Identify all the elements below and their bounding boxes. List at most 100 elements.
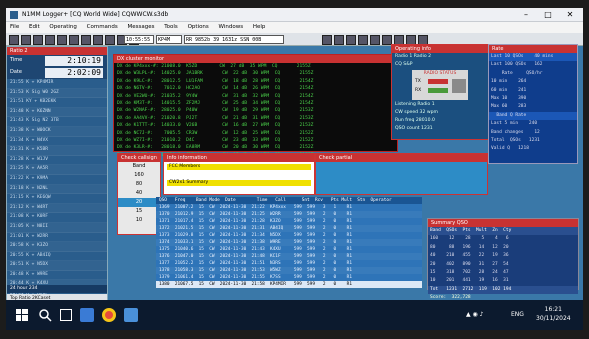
ratio-row[interactable]: 20:55 K + AB4IQ bbox=[7, 252, 107, 262]
status-field[interactable]: RR 9852b 39 1631z SSN 00B bbox=[184, 35, 284, 44]
clock[interactable]: 16:21 30/11/2024 bbox=[536, 305, 571, 323]
rate-row[interactable]: Last 10 QSOs 40 mins bbox=[489, 53, 577, 62]
n1mm-taskbar-icon[interactable] bbox=[124, 308, 138, 322]
dx-spot-row[interactable]: DX de KM3T-#: 14015.5 ZF2MJ CW 25 dB 34 … bbox=[114, 100, 397, 107]
ratio-row[interactable]: 21:34 K + N4VX bbox=[7, 137, 107, 147]
ratio-row[interactable]: 21:55 K + KP4MIR bbox=[7, 79, 107, 89]
log-row[interactable]: 1373 21029.8 15 CW 2024-11-30 21:34 N5DX… bbox=[156, 232, 422, 239]
toolbar-button[interactable] bbox=[33, 35, 43, 45]
toolbar-button[interactable] bbox=[105, 35, 115, 45]
ratio-row[interactable]: 21:43 K Sig N2 3TB bbox=[7, 117, 107, 127]
rate-row[interactable]: Max 60 283 bbox=[489, 103, 577, 111]
ratio-row[interactable]: 21:18 K + N2NL bbox=[7, 184, 107, 195]
ratio-row[interactable]: 21:25 K + AA5R bbox=[7, 165, 107, 175]
menu-messages[interactable]: Messages bbox=[128, 22, 155, 33]
log-row[interactable]: 1379 21061.4 15 CW 2024-11-30 21:55 K7SS… bbox=[156, 274, 422, 281]
ratio-row[interactable]: 21:48 K + K6ZNN bbox=[7, 107, 107, 118]
dx-spot-row[interactable]: DX de W2NAF-#: 28025.0 P40W CW 19 dB 29 … bbox=[114, 107, 397, 114]
toolbar-button[interactable] bbox=[333, 35, 344, 45]
ratio-row[interactable]: 20:51 K + N5DX bbox=[7, 261, 107, 271]
ratio-row[interactable]: 21:28 K + W1JV bbox=[7, 156, 107, 166]
dx-spot-row[interactable]: DX de KP4xxx-#: 21008.0 K5ZD CW 27 dB 35… bbox=[114, 63, 397, 70]
dx-spot-row[interactable]: DX de K1TTT-#: 14033.0 V26B CW 16 dB 27 … bbox=[114, 122, 397, 129]
log-row[interactable]: 1374 21033.1 15 CW 2024-11-30 21:38 W9RE… bbox=[156, 239, 422, 246]
callsign-field[interactable]: KP4M bbox=[156, 35, 182, 44]
log-row[interactable]: 1372 21021.5 15 CW 2024-11-30 21:31 AB4I… bbox=[156, 225, 422, 232]
ratio-row[interactable]: 21:38 K + W0OCK bbox=[7, 126, 107, 137]
log-row[interactable]: 1371 21017.4 15 CW 2024-11-30 21:28 K3ZO… bbox=[156, 218, 422, 225]
tray-icons[interactable]: ▲ ◉ ♪ bbox=[466, 311, 506, 321]
ratio-row[interactable]: 21:22 K + K9MA bbox=[7, 175, 107, 185]
menu-file[interactable]: File bbox=[10, 22, 19, 33]
ratio-row[interactable]: 20:58 K + K3ZO bbox=[7, 242, 107, 252]
menu-options[interactable]: Options bbox=[188, 22, 209, 33]
log-row[interactable]: 1369 21007.2 15 CW 2024-11-30 21:22 KP4x… bbox=[156, 204, 422, 211]
log-row-selected[interactable]: 1380 21067.5 15 CW 2024-11-30 21:58 KP4M… bbox=[156, 281, 422, 288]
toolbar-button[interactable] bbox=[345, 35, 356, 45]
rate-row[interactable]: Band changes 12 bbox=[489, 129, 577, 137]
rate-row[interactable]: Last 100 QSOs 162 bbox=[489, 61, 577, 69]
menu-tools[interactable]: Tools bbox=[164, 22, 178, 33]
band-option[interactable]: 10 bbox=[118, 216, 160, 225]
file-explorer-icon[interactable] bbox=[80, 308, 94, 322]
rate-row[interactable]: Valid Q 1218 bbox=[489, 145, 577, 153]
ratio-row[interactable]: 21:08 K + K0RF bbox=[7, 213, 107, 223]
summary-row[interactable]: 10 201 441 19 16 31 bbox=[428, 277, 578, 285]
menu-commands[interactable]: Commands bbox=[87, 22, 118, 33]
ratio-row[interactable]: 21:12 K + W4RT bbox=[7, 203, 107, 214]
menu-edit[interactable]: Edit bbox=[29, 22, 40, 33]
log-row[interactable]: 1370 21012.9 15 CW 2024-11-30 21:25 W2RR… bbox=[156, 211, 422, 218]
minimize-button[interactable]: – bbox=[516, 10, 536, 20]
toolbar-button[interactable] bbox=[81, 35, 91, 45]
band-option[interactable]: 15 bbox=[118, 207, 160, 216]
dx-spot-row[interactable]: DX de K3LR-#: 28018.0 EA8RM CW 20 dB 30 … bbox=[114, 144, 397, 151]
radio-select[interactable]: Radio 1 Radio 2 bbox=[392, 53, 488, 61]
log-row[interactable]: 1377 21052.2 15 CW 2024-11-30 21:51 N3RS… bbox=[156, 260, 422, 267]
rate-row[interactable]: Last 5 min 240 bbox=[489, 120, 577, 128]
dx-spot-row[interactable]: DX de N6TV-#: 7012.0 HC2AO CW 14 dB 26 W… bbox=[114, 85, 397, 92]
dx-spot-row[interactable]: DX de WZ7I-#: 21010.2 D4C CW 23 dB 33 WP… bbox=[114, 137, 397, 144]
ratio-row[interactable]: 21:15 K + KE6QW bbox=[7, 194, 107, 204]
ratio-row[interactable]: 21:31 K + K5BR bbox=[7, 146, 107, 156]
band-option[interactable]: 40 bbox=[118, 189, 160, 198]
time-field[interactable]: 10:55:55 bbox=[124, 35, 154, 44]
rate-row[interactable]: 10 min 264 bbox=[489, 78, 577, 86]
rate-row[interactable]: 60 min 241 bbox=[489, 87, 577, 95]
log-row[interactable]: 1376 21047.0 15 CW 2024-11-30 21:48 KC1F… bbox=[156, 253, 422, 260]
maximize-button[interactable]: □ bbox=[538, 10, 558, 20]
summary-row[interactable]: 40 210 455 22 19 36 bbox=[428, 252, 578, 260]
summary-row[interactable]: 20 402 890 31 27 54 bbox=[428, 261, 578, 269]
toolbar-button[interactable] bbox=[357, 35, 368, 45]
chrome-icon[interactable] bbox=[102, 308, 116, 322]
toolbar-button[interactable] bbox=[93, 35, 103, 45]
toolbar-button[interactable] bbox=[57, 35, 67, 45]
toolbar-button[interactable] bbox=[9, 35, 19, 45]
toolbar-button[interactable] bbox=[369, 35, 380, 45]
dx-spot-row[interactable]: DX de K9LC-#: 28012.5 LU1FAM CW 18 dB 28… bbox=[114, 78, 397, 85]
log-row[interactable]: 1375 21040.6 15 CW 2024-11-30 21:43 K4XU… bbox=[156, 246, 422, 253]
summary-row[interactable]: 15 318 702 28 24 47 bbox=[428, 269, 578, 277]
close-button[interactable]: ✕ bbox=[560, 10, 580, 20]
band-option[interactable]: 20 bbox=[118, 198, 160, 207]
dx-spot-row[interactable]: DX de AA4VV-#: 21020.8 PJ2T CW 21 dB 31 … bbox=[114, 115, 397, 122]
rate-row[interactable]: Band Q Rate bbox=[489, 111, 577, 121]
toolbar-button[interactable] bbox=[321, 35, 332, 45]
dx-spot-row[interactable]: DX de W3LPL-#: 14025.0 JA1BRK CW 22 dB 3… bbox=[114, 70, 397, 77]
log-row[interactable]: 1378 21058.3 15 CW 2024-11-30 21:53 W5WZ… bbox=[156, 267, 422, 274]
dx-spot-row[interactable]: DX de NC7J-#: 7005.5 CR3W CW 12 dB 25 WP… bbox=[114, 130, 397, 137]
rate-row[interactable]: Total QSOs 1231 bbox=[489, 137, 577, 145]
ratio-row[interactable]: 21:05 K + N8II bbox=[7, 222, 107, 233]
language-indicator[interactable]: ENG bbox=[511, 311, 524, 318]
summary-row[interactable]: 160 12 28 5 4 6 bbox=[428, 235, 578, 243]
band-option[interactable]: 160 bbox=[118, 171, 160, 180]
ratio-row[interactable]: 21:01 K + W2RR bbox=[7, 233, 107, 243]
ratio-row[interactable]: 20:48 K + W9RE bbox=[7, 271, 107, 281]
summary-row[interactable]: 80 88 196 14 12 20 bbox=[428, 244, 578, 252]
ratio-row[interactable]: 21:53 K Sig W0 2GZ bbox=[7, 88, 107, 99]
search-icon[interactable] bbox=[38, 308, 52, 322]
toolbar-button[interactable] bbox=[69, 35, 79, 45]
menu-windows[interactable]: Windows bbox=[219, 22, 244, 33]
band-option[interactable]: 80 bbox=[118, 180, 160, 189]
windows-start-icon[interactable] bbox=[16, 309, 28, 321]
dx-spot-row[interactable]: DX de VE2WU-#: 21035.2 9Y4W CW 31 dB 32 … bbox=[114, 93, 397, 100]
